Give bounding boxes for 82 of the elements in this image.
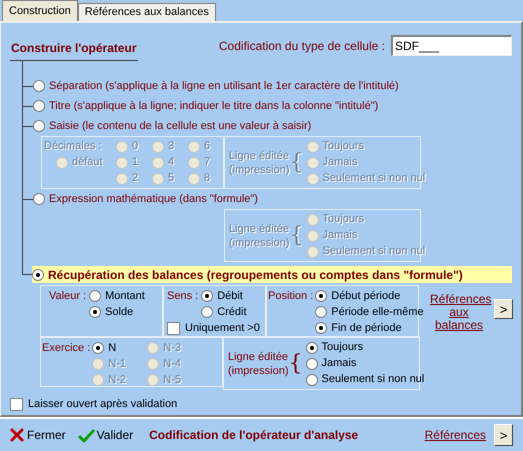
radio-label: défaut (72, 155, 103, 170)
radio-label: 0 (132, 139, 138, 154)
radio-label: 8 (204, 171, 210, 186)
radio-label: 7 (204, 155, 210, 170)
print-line-label: Ligne éditée (228, 350, 289, 364)
radio-label: N-4 (163, 356, 182, 372)
radio-label: 3 (168, 139, 174, 154)
radio-button[interactable] (315, 322, 328, 334)
print-line-label: (impression) (228, 364, 289, 378)
close-icon (10, 428, 24, 442)
radio-label: Fin de période (331, 320, 402, 336)
radio-button[interactable] (306, 342, 318, 354)
check-icon (78, 428, 95, 442)
position-label: Position : (268, 289, 314, 304)
radio-button[interactable] (306, 358, 318, 370)
checkbox-label: Laisser ouvert après validation (28, 396, 178, 412)
radio-button[interactable] (33, 80, 45, 92)
radio-button[interactable] (306, 374, 318, 386)
validate-button[interactable]: Valider (78, 424, 134, 446)
footer-title: Codification de l'opérateur d'analyse (149, 427, 358, 444)
radio-label: Seulement si non nul (322, 372, 424, 388)
section-title: Construire l'opérateur (10, 39, 138, 61)
radio-button[interactable] (33, 193, 45, 205)
radio-button[interactable] (32, 268, 44, 280)
fiscal-year-label: Exercice : (42, 341, 90, 356)
tab[interactable]: Références aux balances (78, 3, 216, 21)
radio-label: Séparation (s'applique à la ligne en utilisant le 1er caractère de l'intitulé) (49, 78, 399, 94)
radio-label: Crédit (217, 304, 247, 320)
radio-label: N-1 (108, 356, 126, 372)
print-line-label: (impression) (229, 236, 290, 250)
radio-button[interactable] (315, 306, 328, 318)
print-line-label: Ligne éditée (229, 148, 290, 162)
radio-button[interactable] (33, 120, 45, 132)
references-link[interactable]: Références (424, 426, 486, 444)
radio-label: Débit (217, 288, 243, 304)
radio-label: Période elle-même (331, 304, 424, 320)
radio-label: N (108, 340, 116, 356)
radio-label: N-3 (163, 340, 182, 356)
decimals-label: Décimales : (44, 139, 102, 154)
radio-button[interactable] (201, 306, 214, 318)
radio-label: Jamais (322, 228, 358, 244)
brace: { (288, 352, 303, 374)
radio-label: Solde (105, 304, 134, 320)
radio-label: Récupération des balances (regroupements ou comptes dans "formule") (48, 266, 463, 284)
next-button[interactable]: > (494, 424, 513, 446)
brace: { (290, 224, 304, 246)
radio-button[interactable] (315, 290, 328, 302)
radio-label: Montant (105, 288, 145, 304)
radio-label: Toujours (322, 340, 364, 356)
radio-label: N-5 (163, 372, 182, 388)
radio-button[interactable] (89, 290, 102, 302)
radio-label: Jamais (322, 356, 356, 372)
checkbox-label: Uniquement >0 (185, 320, 260, 336)
checkbox[interactable] (167, 322, 180, 334)
radio-button[interactable] (201, 290, 214, 302)
radio-label: Jamais (322, 155, 358, 170)
print-line-label: Ligne éditée (229, 222, 290, 236)
next-button[interactable]: > (494, 299, 513, 319)
brace: { (290, 152, 304, 174)
radio-label: Toujours (322, 139, 364, 154)
radio-label: Saisie (le contenu de la cellule est une valeur à saisir) (49, 118, 312, 134)
radio-button[interactable] (92, 342, 104, 354)
radio-label: Début période (331, 288, 400, 304)
close-button[interactable]: Fermer (10, 424, 66, 446)
value-label: Valeur : (49, 289, 86, 304)
radio-label: Toujours (322, 212, 364, 228)
radio-button[interactable] (33, 100, 45, 112)
radio-label: N-2 (108, 372, 126, 388)
tab[interactable]: Construction (2, 0, 78, 21)
radio-button[interactable] (89, 306, 102, 318)
radio-label: 5 (168, 171, 174, 186)
direction-label: Sens : (167, 289, 198, 304)
cell-code-field[interactable]: SDF___ (391, 35, 512, 56)
radio-label: 2 (132, 171, 138, 186)
radio-label: Titre (s'applique à la ligne; indiquer le titre dans la colonne "intitulé") (49, 98, 378, 114)
radio-label: Expression mathématique (dans "formule") (49, 192, 258, 207)
checkbox[interactable] (10, 398, 23, 410)
radio-label: 4 (168, 155, 174, 170)
cell-code-label: Codification du type de cellule : (218, 38, 385, 54)
radio-label: 6 (204, 139, 210, 154)
radio-label: 1 (132, 155, 138, 170)
print-line-label: (impression) (229, 162, 290, 176)
